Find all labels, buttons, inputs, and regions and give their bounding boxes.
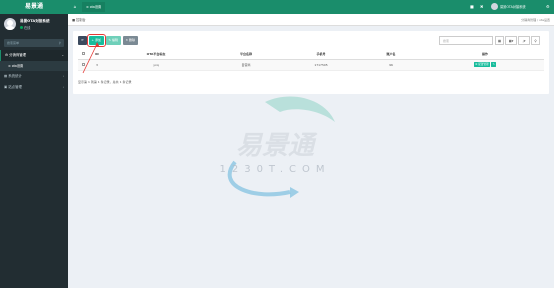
- data-table: ID OTA平台标志 平台名称 手机号 账户名 操作 3 yxq 自营商 171…: [78, 50, 544, 71]
- search-icon: ⚲: [58, 41, 61, 45]
- search-icon: ⚲: [534, 39, 537, 43]
- search-toggle-button[interactable]: ⚲: [531, 36, 540, 45]
- watermark-logo: 易景通 1230T.COM: [219, 96, 335, 198]
- breadcrumb-ota[interactable]: ota设置: [539, 18, 550, 22]
- chevron-left-icon: ‹: [62, 85, 64, 89]
- trash-icon: ✕: [125, 38, 129, 42]
- breadcrumb: ■ 控制台 分销商管理 / ota设置: [68, 14, 554, 26]
- trash-icon[interactable]: ■: [470, 4, 474, 9]
- chart-icon: ▦: [4, 74, 8, 78]
- delete-button[interactable]: ✕ 删除: [122, 36, 138, 45]
- columns-icon: ▦▾: [508, 39, 514, 43]
- table-search-input[interactable]: 搜索: [439, 36, 493, 45]
- columns-button[interactable]: ▦▾: [505, 36, 517, 45]
- refresh-button[interactable]: ⟳: [78, 36, 87, 45]
- config-button[interactable]: ⚙ 配置管理: [473, 62, 491, 67]
- user-status: 在线: [20, 25, 30, 30]
- toggle-view-button[interactable]: ▦: [495, 36, 504, 45]
- topbar-user[interactable]: 易景OTA对接系统: [500, 0, 526, 14]
- user-name: 易景OTA对接系统: [20, 19, 50, 23]
- sidebar-item-stats[interactable]: ▦ 系统统计 ‹: [0, 71, 68, 82]
- table-header-row: ID OTA平台标志 平台名称 手机号 账户名 操作: [78, 50, 544, 60]
- watermark-brand: 易景通: [236, 131, 318, 161]
- pencil-icon: ✎: [108, 38, 112, 42]
- refresh-icon: ⟳: [81, 38, 84, 42]
- sidebar-item-ota-settings[interactable]: ≡ ota设置: [0, 61, 68, 71]
- cell-id: 3: [88, 59, 106, 71]
- table-row: 3 yxq 自营商 1717505 96 ⚙ 配置管理 ✎: [78, 59, 544, 71]
- site-icon: ▣: [4, 85, 8, 89]
- app-logo[interactable]: 易景通: [0, 0, 68, 14]
- list-icon: ≡: [8, 64, 11, 68]
- watermark-domain: 1230T.COM: [219, 164, 330, 175]
- list-icon: ≡: [86, 5, 89, 9]
- col-phone[interactable]: 手机号: [286, 50, 356, 60]
- sidebar-item-site[interactable]: ▣ 站点管理 ‹: [0, 82, 68, 93]
- chevron-left-icon: ‹: [62, 74, 64, 78]
- col-account[interactable]: 账户名: [356, 50, 426, 60]
- pagination-info: 显示第 1 到第 1 条记录，总共 1 条记录: [78, 80, 132, 84]
- select-all-checkbox[interactable]: [81, 52, 85, 56]
- grid-icon: ▦: [497, 39, 501, 43]
- avatar: [4, 18, 16, 30]
- sidebar: 易景通 易景OTA对接系统 在线 搜索菜单 ⚲ ⚙ 分销商管理 ⌄ ≡ ota设…: [0, 0, 68, 288]
- breadcrumb-distributor[interactable]: 分销商管理: [521, 18, 536, 22]
- download-icon: ⤓▾: [522, 39, 526, 43]
- col-platform[interactable]: 平台名称: [206, 50, 286, 60]
- online-dot-icon: [20, 26, 23, 29]
- settings-icon[interactable]: ⚙: [546, 4, 550, 9]
- edit-button[interactable]: ✎ 编辑: [105, 36, 121, 45]
- fullscreen-icon[interactable]: ✖: [480, 4, 483, 9]
- bird-shape: [265, 96, 335, 122]
- toolbar: ⟳ + 添加 ✎ 编辑 ✕ 删除: [78, 34, 138, 47]
- add-button[interactable]: + 添加: [86, 34, 106, 47]
- cog-icon: ⚙: [5, 53, 9, 57]
- cell-flag: yxq: [106, 59, 206, 71]
- cell-platform: 自营商: [206, 59, 286, 71]
- cell-account: 96: [356, 59, 426, 71]
- home-icon[interactable]: ⌂: [70, 0, 80, 14]
- col-flag[interactable]: OTA平台标志: [106, 50, 206, 60]
- pencil-icon: ✎: [492, 63, 495, 66]
- row-checkbox[interactable]: [81, 62, 85, 66]
- topbar-avatar[interactable]: [491, 3, 498, 10]
- sidebar-search-input[interactable]: 搜索菜单 ⚲: [4, 39, 64, 47]
- chevron-down-icon: ⌄: [61, 53, 64, 57]
- plus-icon: +: [91, 38, 95, 42]
- content-panel: ⟳ + 添加 ✎ 编辑 ✕ 删除 搜索 ▦ ▦▾ ⤓▾ ⚲ ID OTA平台标志…: [73, 31, 549, 94]
- cell-phone: 1717505: [286, 59, 356, 71]
- dashboard-icon: ■: [72, 18, 76, 22]
- row-edit-button[interactable]: ✎: [491, 62, 497, 67]
- breadcrumb-console[interactable]: 控制台: [76, 18, 86, 22]
- col-operations: 操作: [426, 50, 544, 60]
- export-button[interactable]: ⤓▾: [518, 36, 530, 45]
- col-id[interactable]: ID: [88, 50, 106, 60]
- sidebar-item-distributor[interactable]: ⚙ 分销商管理 ⌄: [0, 50, 68, 61]
- tab-ota-settings[interactable]: ≡ ota设置: [82, 2, 106, 12]
- swoosh-arrow: [290, 187, 299, 198]
- top-bar: ⌂ ≡ ota设置 ■ ✖ 易景OTA对接系统 ⚙: [68, 0, 554, 14]
- user-panel: 易景OTA对接系统 在线: [0, 14, 68, 36]
